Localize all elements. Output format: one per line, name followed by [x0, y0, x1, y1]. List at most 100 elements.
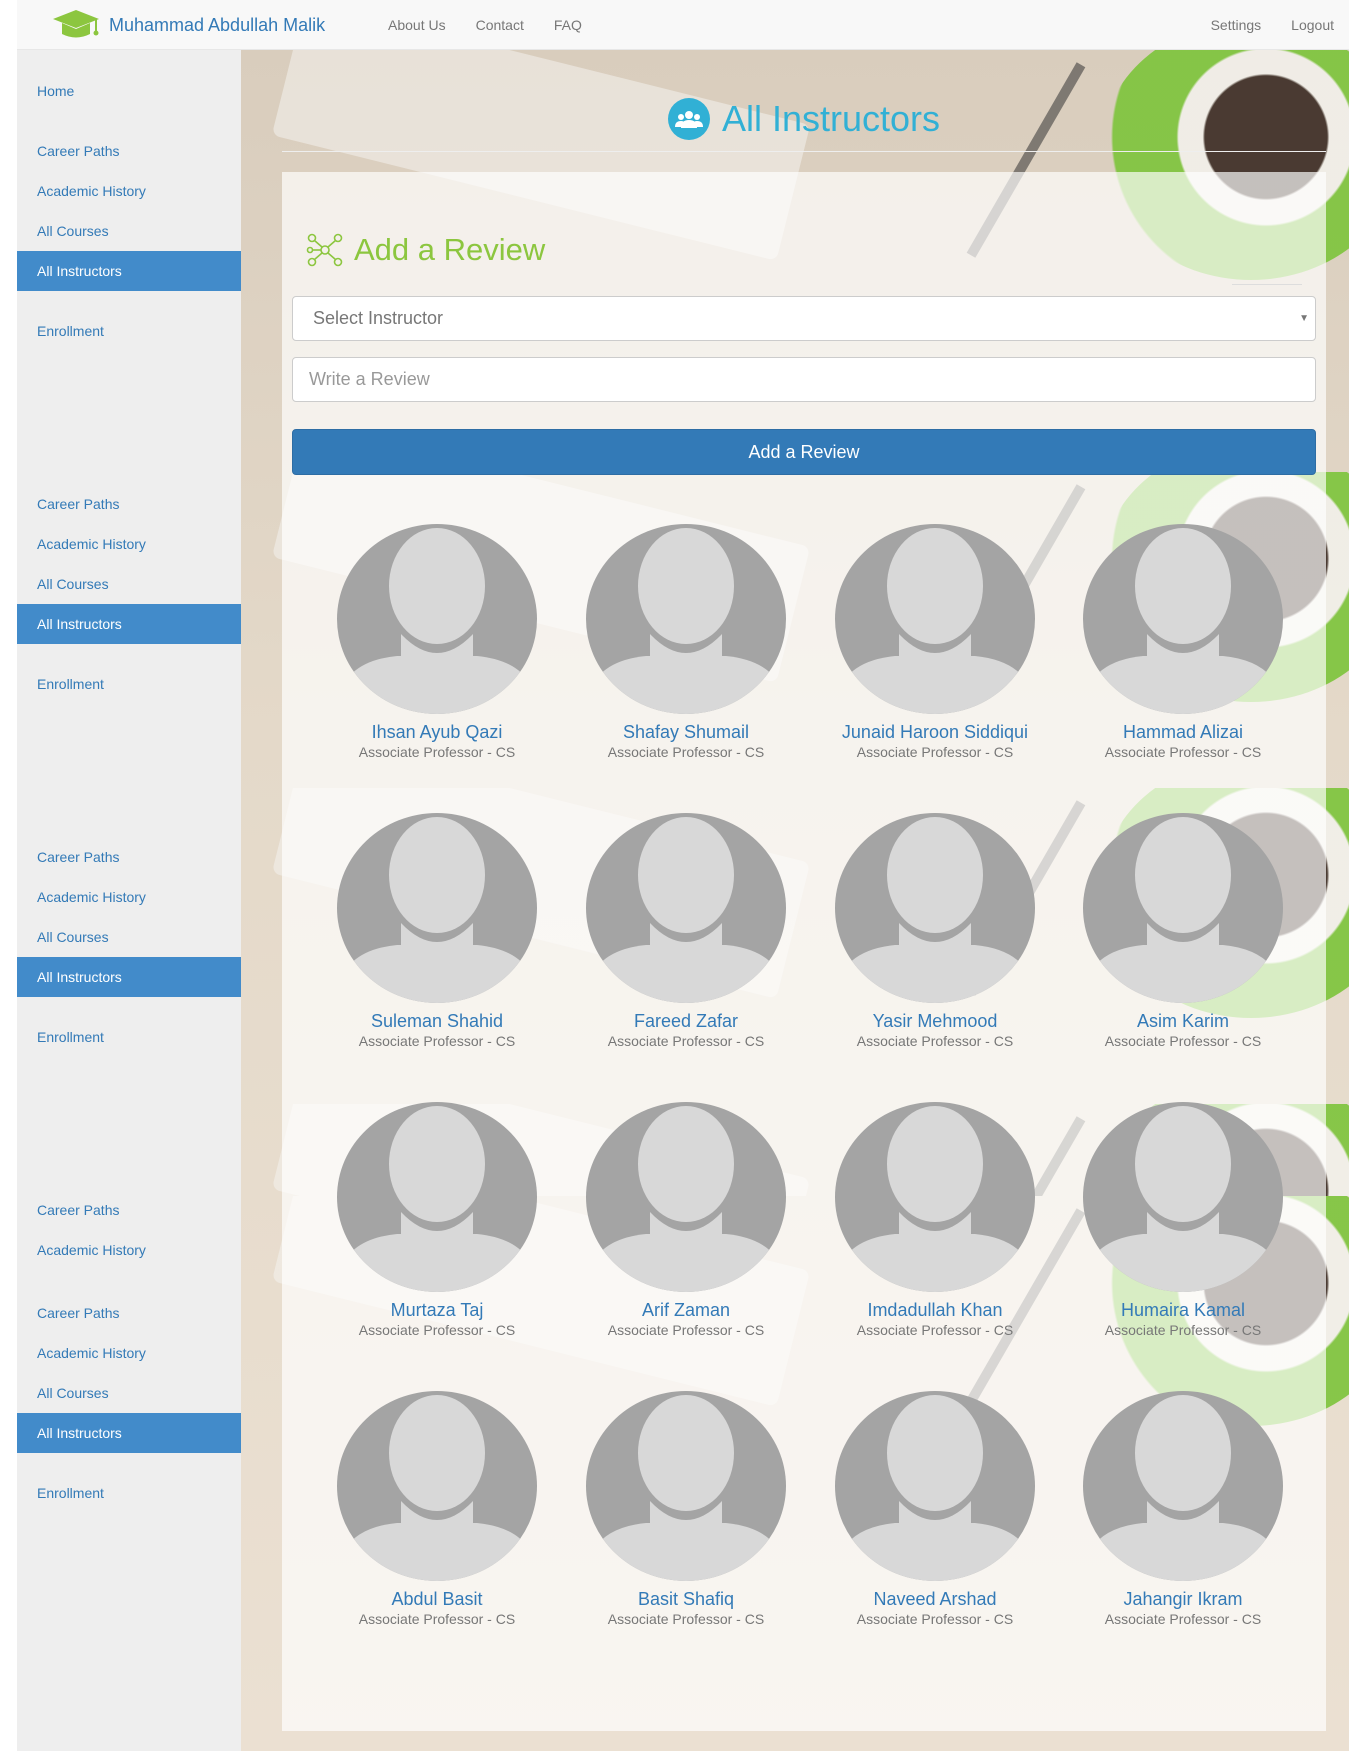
instructor-title: Associate Professor - CS — [358, 1033, 516, 1049]
instructor-card[interactable]: Arif Zaman Associate Professor - CS — [576, 1102, 796, 1340]
sidebar-item-academic-history[interactable]: Academic History — [17, 1333, 241, 1373]
nav-faq[interactable]: FAQ — [539, 0, 597, 50]
graduation-cap-icon — [53, 10, 99, 38]
avatar-placeholder-icon — [1083, 813, 1283, 1003]
instructor-name[interactable]: Basit Shafiq — [576, 1589, 796, 1609]
sidebar-item-career-paths[interactable]: Career Paths — [17, 131, 241, 171]
instructor-name[interactable]: Naveed Arshad — [825, 1589, 1045, 1609]
instructor-title: Associate Professor - CS — [358, 1611, 516, 1627]
sidebar-item-all-instructors[interactable]: All Instructors — [17, 957, 241, 997]
instructor-title: Associate Professor - CS — [607, 1033, 765, 1049]
instructor-select-placeholder: Select Instructor — [313, 308, 444, 328]
avatar-placeholder-icon — [586, 1391, 786, 1581]
sidebar-item-academic-history[interactable]: Academic History — [17, 524, 241, 564]
instructor-title: Associate Professor - CS — [856, 1611, 1014, 1627]
instructor-card[interactable]: Fareed Zafar Associate Professor - CS — [576, 813, 796, 1051]
chevron-down-icon: ▼ — [1299, 313, 1309, 324]
avatar-placeholder-icon — [835, 524, 1035, 714]
instructor-card[interactable]: Suleman Shahid Associate Professor - CS — [327, 813, 547, 1051]
instructor-card[interactable]: Basit Shafiq Associate Professor - CS — [576, 1391, 796, 1629]
instructor-name[interactable]: Ihsan Ayub Qazi — [327, 722, 547, 742]
sidebar-item-enrollment[interactable]: Enrollment — [17, 1017, 241, 1057]
sidebar-item-all-courses[interactable]: All Courses — [17, 917, 241, 957]
avatar-placeholder-icon — [586, 524, 786, 714]
instructor-card[interactable]: Ihsan Ayub Qazi Associate Professor - CS — [327, 524, 547, 762]
avatar-placeholder-icon — [835, 1391, 1035, 1581]
instructor-name[interactable]: Suleman Shahid — [327, 1011, 547, 1031]
instructor-name[interactable]: Yasir Mehmood — [825, 1011, 1045, 1031]
instructor-card[interactable]: Asim Karim Associate Professor - CS — [1073, 813, 1293, 1051]
nav-right: Settings Logout — [1196, 0, 1349, 50]
instructor-card[interactable]: Naveed Arshad Associate Professor - CS — [825, 1391, 1045, 1629]
instructor-name[interactable]: Imdadullah Khan — [825, 1300, 1045, 1320]
instructor-name[interactable]: Murtaza Taj — [327, 1300, 547, 1320]
instructor-title: Associate Professor - CS — [358, 1322, 516, 1338]
divider — [1232, 284, 1302, 285]
sidebar-item-all-courses[interactable]: All Courses — [17, 211, 241, 251]
sidebar-item-all-courses[interactable]: All Courses — [17, 564, 241, 604]
instructor-title: Associate Professor - CS — [607, 1322, 765, 1338]
avatar-placeholder-icon — [835, 813, 1035, 1003]
instructor-card[interactable]: Shafay Shumail Associate Professor - CS — [576, 524, 796, 762]
avatar-placeholder-icon — [337, 1102, 537, 1292]
sidebar-item-all-courses[interactable]: All Courses — [17, 1373, 241, 1413]
review-header: Add a Review — [306, 232, 545, 268]
instructor-title: Associate Professor - CS — [856, 1033, 1014, 1049]
instructor-card[interactable]: Yasir Mehmood Associate Professor - CS — [825, 813, 1045, 1051]
sidebar-item-career-paths[interactable]: Career Paths — [17, 1293, 241, 1333]
nav-left: About Us Contact FAQ — [373, 0, 597, 50]
instructor-card[interactable]: Hammad Alizai Associate Professor - CS — [1073, 524, 1293, 762]
sidebar-item-all-instructors[interactable]: All Instructors — [17, 604, 241, 644]
sidebar-item-academic-history[interactable]: Academic History — [17, 171, 241, 211]
sidebar-item-enrollment[interactable]: Enrollment — [17, 664, 241, 704]
avatar-placeholder-icon — [337, 1391, 537, 1581]
brand-name[interactable]: Muhammad Abdullah Malik — [109, 15, 325, 36]
instructor-name[interactable]: Abdul Basit — [327, 1589, 547, 1609]
instructor-card[interactable]: Imdadullah Khan Associate Professor - CS — [825, 1102, 1045, 1340]
instructor-card[interactable]: Humaira Kamal Associate Professor - CS — [1073, 1102, 1293, 1340]
sidebar-item-all-instructors[interactable]: All Instructors — [17, 251, 241, 291]
instructor-name[interactable]: Arif Zaman — [576, 1300, 796, 1320]
sidebar-item-home[interactable]: Home — [17, 71, 241, 111]
instructor-name[interactable]: Fareed Zafar — [576, 1011, 796, 1031]
instructor-name[interactable]: Jahangir Ikram — [1073, 1589, 1293, 1609]
content-panel: Add a Review Select Instructor ▼ Write a… — [282, 172, 1326, 1731]
sidebar-item-enrollment[interactable]: Enrollment — [17, 1473, 241, 1513]
nav-settings[interactable]: Settings — [1196, 0, 1277, 50]
instructor-title: Associate Professor - CS — [607, 1611, 765, 1627]
sidebar-item-academic-history[interactable]: Academic History — [17, 877, 241, 917]
review-title: Add a Review — [354, 232, 546, 267]
add-review-button[interactable]: Add a Review — [292, 429, 1316, 475]
avatar-placeholder-icon — [835, 1102, 1035, 1292]
sidebar-item-career-paths[interactable]: Career Paths — [17, 1190, 241, 1230]
instructor-card[interactable]: Abdul Basit Associate Professor - CS — [327, 1391, 547, 1629]
avatar-placeholder-icon — [337, 524, 537, 714]
instructor-card[interactable]: Murtaza Taj Associate Professor - CS — [327, 1102, 547, 1340]
sidebar-item-enrollment[interactable]: Enrollment — [17, 311, 241, 351]
review-input[interactable]: Write a Review — [292, 357, 1316, 402]
avatar-placeholder-icon — [337, 813, 537, 1003]
instructor-title: Associate Professor - CS — [1104, 1611, 1262, 1627]
sidebar: Home Career Paths Academic History All C… — [17, 50, 241, 1751]
instructor-card[interactable]: Junaid Haroon Siddiqui Associate Profess… — [825, 524, 1045, 762]
sidebar-item-all-instructors[interactable]: All Instructors — [17, 1413, 241, 1453]
instructor-title: Associate Professor - CS — [1104, 1033, 1262, 1049]
instructor-title: Associate Professor - CS — [358, 744, 516, 760]
molecule-icon — [306, 233, 343, 267]
instructor-name[interactable]: Humaira Kamal — [1073, 1300, 1293, 1320]
sidebar-item-academic-history[interactable]: Academic History — [17, 1230, 241, 1270]
nav-logout[interactable]: Logout — [1276, 0, 1349, 50]
instructor-name[interactable]: Shafay Shumail — [576, 722, 796, 742]
nav-contact[interactable]: Contact — [461, 0, 539, 50]
sidebar-item-career-paths[interactable]: Career Paths — [17, 484, 241, 524]
nav-about-us[interactable]: About Us — [373, 0, 461, 50]
instructor-name[interactable]: Asim Karim — [1073, 1011, 1293, 1031]
instructor-name[interactable]: Junaid Haroon Siddiqui — [825, 722, 1045, 742]
instructor-select[interactable]: Select Instructor ▼ — [292, 296, 1316, 341]
avatar-placeholder-icon — [586, 1102, 786, 1292]
instructor-title: Associate Professor - CS — [1104, 744, 1262, 760]
instructor-card[interactable]: Jahangir Ikram Associate Professor - CS — [1073, 1391, 1293, 1629]
sidebar-item-career-paths[interactable]: Career Paths — [17, 837, 241, 877]
brand[interactable]: Muhammad Abdullah Malik — [51, 8, 325, 42]
instructor-name[interactable]: Hammad Alizai — [1073, 722, 1293, 742]
